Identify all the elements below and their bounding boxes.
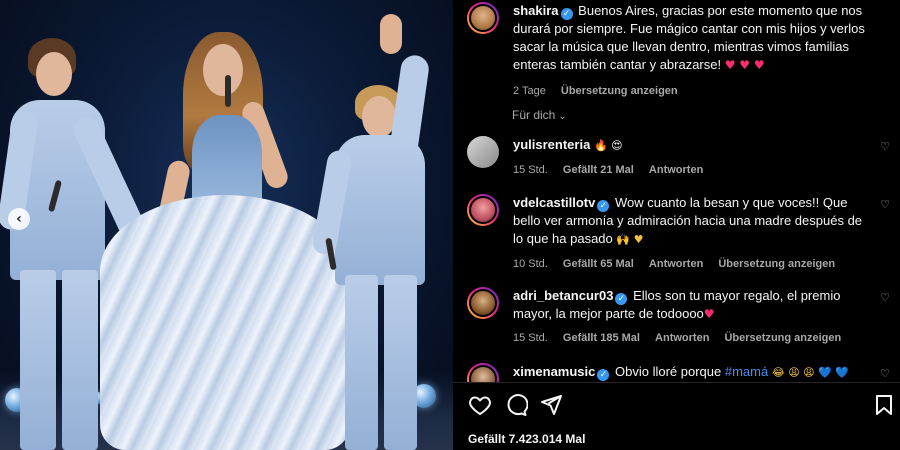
sort-label: Für dich	[512, 108, 556, 122]
post-caption: shakira ✓ Buenos Aires, gracias por este …	[467, 2, 892, 97]
verified-badge-icon: ✓	[560, 8, 573, 20]
comment-time: 10 Std.	[513, 258, 548, 270]
comment-emoji: 😂 😩 😩 💙 💙	[771, 366, 850, 379]
comment-time: 15 Std.	[513, 164, 548, 176]
chevron-left-icon[interactable]: ‹	[8, 208, 30, 230]
avatar[interactable]	[467, 136, 499, 168]
paper-plane-icon[interactable]	[539, 393, 563, 417]
reply-button[interactable]: Antworten	[655, 332, 709, 344]
comment-bubble-icon[interactable]	[504, 393, 528, 417]
chevron-down-icon: ⌄	[558, 111, 567, 122]
avatar[interactable]	[467, 2, 499, 34]
comment-username[interactable]: vdelcastillotv	[513, 195, 595, 210]
post-action-bar: Gefällt 7.423.014 Mal	[453, 382, 900, 450]
like-count[interactable]: Gefällt 7.423.014 Mal	[468, 432, 585, 446]
reply-button[interactable]: Antworten	[649, 164, 703, 176]
bookmark-icon[interactable]	[872, 393, 896, 417]
comment-username[interactable]: adri_betancur03	[513, 288, 613, 303]
comment-item: yulisrenteria 🔥 😍 15 Std. Gefällt 21 Mal…	[467, 136, 892, 180]
comment-emoji: ♥	[703, 307, 715, 321]
post-photo[interactable]: ‹	[0, 0, 453, 450]
comment-likes[interactable]: Gefällt 65 Mal	[563, 258, 634, 270]
comment-username[interactable]: yulisrenteria	[513, 137, 590, 152]
heart-emoji: ♥ ♥ ♥	[724, 58, 765, 72]
translate-link[interactable]: Übersetzung anzeigen	[718, 258, 835, 270]
caption-username[interactable]: shakira	[513, 3, 559, 18]
verified-badge-icon: ✓	[597, 200, 610, 212]
translate-link[interactable]: Übersetzung anzeigen	[724, 332, 841, 344]
comment-likes[interactable]: Gefällt 21 Mal	[563, 164, 634, 176]
comments-panel: shakira ✓ Buenos Aires, gracias por este …	[453, 0, 900, 450]
heart-outline-icon[interactable]: ♡	[880, 367, 890, 380]
heart-outline-icon[interactable]: ♡	[880, 140, 890, 153]
caption-time: 2 Tage	[513, 85, 546, 97]
comment-text: Obvio lloré porque	[615, 364, 722, 379]
comment-emoji: 🙌 ♥	[616, 233, 644, 246]
avatar[interactable]	[467, 194, 499, 226]
comment-likes[interactable]: Gefällt 185 Mal	[563, 332, 640, 344]
verified-badge-icon: ✓	[597, 369, 610, 381]
comment-item: ximenamusic ✓ Obvio lloré porque #mamá 😂 …	[467, 363, 892, 382]
comment-item: vdelcastillotv ✓ Wow cuanto la besan y qu…	[467, 194, 892, 274]
heart-outline-icon[interactable]: ♡	[880, 198, 890, 211]
heart-outline-icon[interactable]: ♡	[880, 291, 890, 304]
comment-item: adri_betancur03 ✓ Ellos son tu mayor rega…	[467, 287, 892, 349]
comment-username[interactable]: ximenamusic	[513, 364, 595, 379]
translate-link[interactable]: Übersetzung anzeigen	[561, 85, 678, 97]
verified-badge-icon: ✓	[615, 293, 628, 305]
hashtag-link[interactable]: #mamá	[725, 364, 768, 379]
reply-button[interactable]: Antworten	[649, 258, 703, 270]
comment-time: 15 Std.	[513, 332, 548, 344]
comment-emoji: 🔥 😍	[593, 139, 623, 152]
avatar[interactable]	[467, 363, 499, 382]
avatar[interactable]	[467, 287, 499, 319]
comment-sort-dropdown[interactable]: Für dich ⌄	[512, 108, 567, 122]
heart-outline-icon[interactable]	[468, 393, 492, 417]
